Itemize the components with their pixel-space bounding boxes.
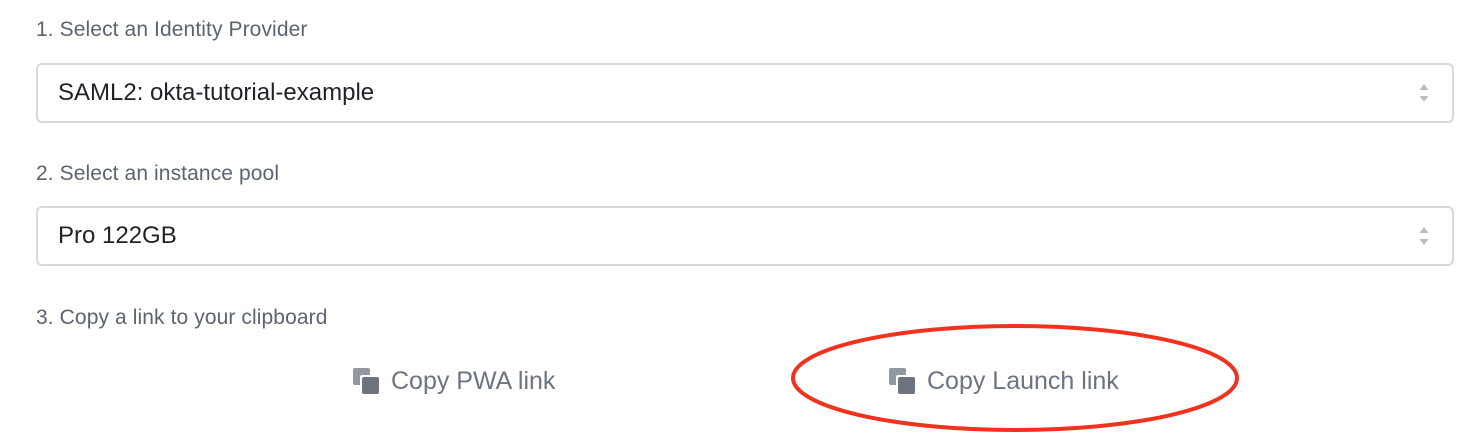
copy-pwa-link-label: Copy PWA link <box>391 366 556 395</box>
instance-pool-label: 2. Select an instance pool <box>36 162 280 185</box>
identity-provider-label: 1. Select an Identity Provider <box>36 18 308 41</box>
identity-provider-select[interactable]: SAML2: okta-tutorial-example <box>36 63 1454 123</box>
chevron-up-down-icon <box>1419 84 1429 102</box>
copy-pwa-link-button[interactable]: Copy PWA link <box>351 358 555 404</box>
chevron-up-down-icon <box>1419 227 1429 245</box>
copy-icon <box>889 368 915 394</box>
copy-launch-link-label: Copy Launch link <box>927 366 1119 395</box>
instance-pool-select[interactable]: Pro 122GB <box>36 206 1454 266</box>
copy-icon <box>353 368 379 394</box>
copy-launch-link-button[interactable]: Copy Launch link <box>887 358 1119 404</box>
identity-provider-selected-value: SAML2: okta-tutorial-example <box>58 79 375 106</box>
instance-link-form: 1. Select an Identity Provider SAML2: ok… <box>0 0 1484 439</box>
copy-link-label: 3. Copy a link to your clipboard <box>36 306 328 329</box>
instance-pool-selected-value: Pro 122GB <box>58 222 177 249</box>
